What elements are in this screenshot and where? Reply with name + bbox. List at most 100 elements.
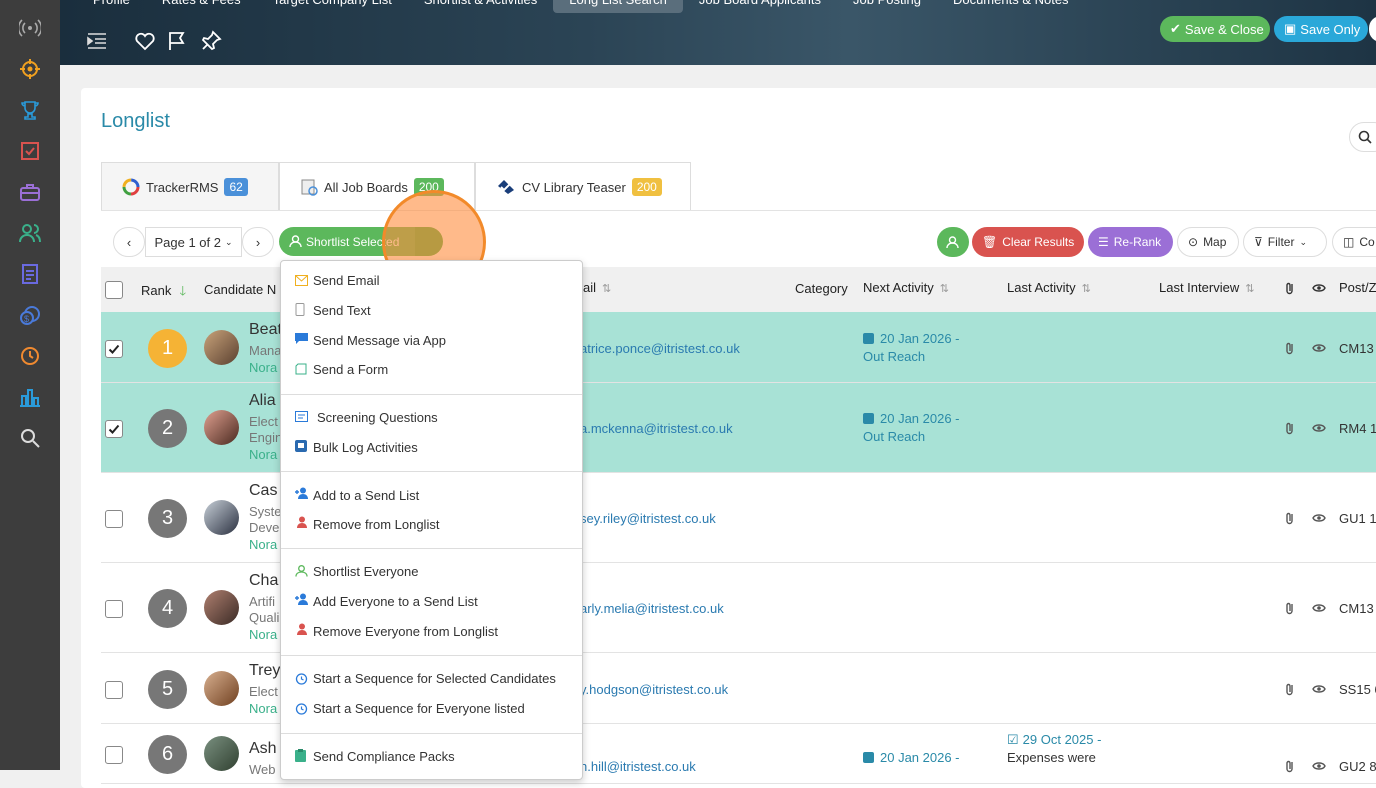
menu-start-sequence-selected[interactable]: Start a Sequence for Selected Candidates — [313, 671, 556, 686]
eye-icon[interactable] — [1312, 682, 1326, 696]
menu-remove-everyone-from-longlist[interactable]: Remove Everyone from Longlist — [313, 624, 498, 639]
row-checkbox[interactable] — [105, 420, 123, 438]
paperclip-icon[interactable] — [1283, 511, 1297, 525]
candidate-name[interactable]: Alia — [249, 392, 276, 410]
next-activity[interactable]: 20 Jan 2026 - Out Reach — [863, 330, 960, 366]
eye-icon[interactable] — [1312, 601, 1326, 615]
tab-shortlist-activities[interactable]: Shortlist & Activities — [408, 0, 553, 14]
tab-rates-fees[interactable]: Rates & Fees — [146, 0, 257, 14]
next-activity[interactable]: 20 Jan 2026 - — [863, 749, 960, 767]
candidate-email[interactable]: arly.melia@itristest.co.uk — [580, 601, 724, 616]
eye-icon[interactable] — [1312, 421, 1326, 435]
page-select[interactable]: Page 1 of 2 ⌄ — [145, 227, 242, 257]
candidate-email[interactable]: y.hodgson@itristest.co.uk — [580, 682, 728, 697]
tab-documents-notes[interactable]: Documents & Notes — [937, 0, 1085, 14]
menu-send-email[interactable]: Send Email — [313, 273, 379, 288]
paperclip-icon[interactable] — [1283, 759, 1297, 773]
bar-chart-icon[interactable] — [18, 385, 42, 409]
avatar[interactable] — [204, 590, 239, 625]
save-close-button[interactable]: ✔ Save & Close — [1160, 16, 1270, 42]
prev-page-button[interactable]: ‹ — [113, 227, 145, 257]
candidate-email[interactable]: n.hill@itristest.co.uk — [580, 759, 696, 774]
source-tab-trackerrms[interactable]: TrackerRMS 62 — [101, 162, 279, 211]
column-next-activity[interactable]: Next Activity ⇅ — [863, 280, 949, 295]
more-button[interactable] — [1369, 16, 1376, 42]
briefcase-icon[interactable] — [18, 180, 42, 204]
eye-icon[interactable] — [1312, 759, 1326, 773]
menu-screening-questions[interactable]: Screening Questions — [317, 410, 438, 425]
column-email[interactable]: ail ⇅ — [583, 280, 611, 295]
candidate-name[interactable]: Cha — [249, 572, 278, 590]
avatar[interactable] — [204, 410, 239, 445]
search-icon[interactable] — [18, 426, 42, 450]
pin-icon[interactable] — [200, 30, 222, 52]
tab-target-company-list[interactable]: Target Company List — [257, 0, 408, 14]
menu-bulk-log-activities[interactable]: Bulk Log Activities — [313, 440, 418, 455]
next-page-button[interactable]: › — [242, 227, 274, 257]
eye-icon[interactable] — [1312, 341, 1326, 355]
last-activity[interactable]: ☑ 29 Oct 2025 - Expenses were — [1007, 731, 1101, 767]
menu-add-to-send-list[interactable]: Add to a Send List — [313, 488, 419, 503]
candidate-name[interactable]: Cas — [249, 482, 277, 500]
row-checkbox[interactable] — [105, 746, 123, 764]
candidate-name[interactable]: Beat — [249, 321, 282, 339]
candidate-name[interactable]: Trey — [249, 662, 280, 680]
document-icon[interactable] — [18, 262, 42, 286]
column-last-activity[interactable]: Last Activity ⇅ — [1007, 280, 1091, 295]
tab-job-posting[interactable]: Job Posting — [837, 0, 937, 14]
candidate-email[interactable]: a.mckenna@itristest.co.uk — [580, 421, 733, 436]
eye-icon[interactable] — [1312, 511, 1326, 525]
column-post[interactable]: Post/Z — [1339, 280, 1376, 295]
menu-send-a-form[interactable]: Send a Form — [313, 362, 388, 377]
money-icon[interactable]: $ — [18, 303, 42, 327]
menu-start-sequence-everyone[interactable]: Start a Sequence for Everyone listed — [313, 701, 525, 716]
paperclip-icon[interactable] — [1283, 601, 1297, 615]
menu-send-text[interactable]: Send Text — [313, 303, 371, 318]
menu-remove-from-longlist[interactable]: Remove from Longlist — [313, 517, 439, 532]
shortlist-user-button[interactable] — [937, 227, 969, 257]
re-rank-button[interactable]: ☰ Re-Rank — [1088, 227, 1173, 257]
row-checkbox[interactable] — [105, 680, 123, 699]
filter-button[interactable]: ⊽ Filter ⌄ — [1243, 227, 1327, 257]
broadcast-icon[interactable] — [18, 16, 42, 40]
menu-add-everyone-to-send-list[interactable]: Add Everyone to a Send List — [313, 594, 478, 609]
heart-icon[interactable] — [134, 30, 156, 52]
clock-icon[interactable] — [18, 344, 42, 368]
row-checkbox[interactable] — [105, 510, 123, 528]
column-rank[interactable]: Rank 🡓 — [141, 282, 186, 304]
search-button[interactable] — [1349, 122, 1376, 152]
map-button[interactable]: ⊙ Map — [1177, 227, 1239, 257]
next-activity[interactable]: 20 Jan 2026 - Out Reach — [863, 410, 960, 446]
row-checkbox[interactable] — [105, 339, 123, 358]
indent-menu-icon[interactable] — [86, 30, 108, 52]
source-tab-cv-library-teaser[interactable]: CV Library Teaser 200 — [475, 162, 691, 211]
menu-send-message-via-app[interactable]: Send Message via App — [313, 333, 446, 348]
column-category[interactable]: Category — [795, 281, 848, 296]
candidate-email[interactable]: atrice.ponce@itristest.co.uk — [580, 341, 740, 356]
people-icon[interactable] — [18, 221, 42, 245]
avatar[interactable] — [204, 736, 239, 771]
paperclip-icon[interactable] — [1283, 682, 1297, 696]
target-icon[interactable] — [18, 57, 42, 81]
paperclip-icon[interactable] — [1283, 341, 1297, 355]
select-all-checkbox[interactable] — [105, 281, 123, 299]
menu-shortlist-everyone[interactable]: Shortlist Everyone — [313, 564, 419, 579]
tab-long-list-search[interactable]: Long List Search — [553, 0, 683, 13]
candidate-name[interactable]: Ash — [249, 740, 277, 758]
columns-button[interactable]: ◫ Co — [1332, 227, 1376, 257]
row-checkbox[interactable] — [105, 600, 123, 618]
save-only-button[interactable]: ▣ Save Only — [1274, 16, 1368, 42]
tab-profile[interactable]: Profile — [60, 0, 146, 14]
menu-send-compliance-packs[interactable]: Send Compliance Packs — [313, 749, 455, 764]
task-check-icon[interactable] — [18, 139, 42, 163]
avatar[interactable] — [204, 329, 239, 365]
avatar[interactable] — [204, 500, 239, 535]
avatar[interactable] — [204, 670, 239, 706]
flag-icon[interactable] — [166, 30, 188, 52]
column-candidate[interactable]: Candidate N — [204, 282, 276, 297]
column-last-interview[interactable]: Last Interview ⇅ — [1159, 280, 1254, 295]
tab-job-board-applicants[interactable]: Job Board Applicants — [683, 0, 837, 14]
clear-results-button[interactable]: 🗑 Clear Results — [972, 227, 1084, 257]
candidate-email[interactable]: sey.riley@itristest.co.uk — [580, 511, 716, 526]
trophy-icon[interactable] — [18, 98, 42, 122]
